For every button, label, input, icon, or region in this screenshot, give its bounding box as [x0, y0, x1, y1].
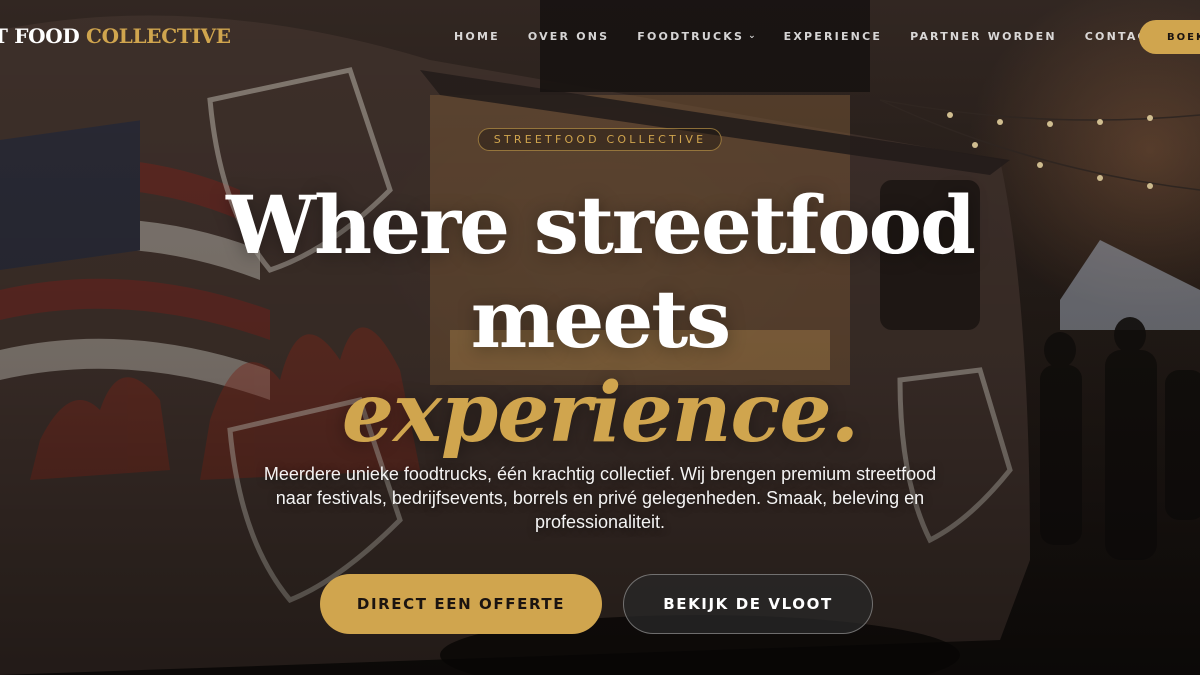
headline-line-2: meets: [470, 272, 731, 366]
headline-line-1: Where streetfood: [226, 178, 976, 272]
nav-experience-label: EXPERIENCE: [783, 30, 883, 43]
view-fleet-button[interactable]: BEKIJK DE VLOOT: [623, 574, 873, 634]
page: ET FOOD COLLECTIVE HOME OVER ONS FOODTRU…: [0, 0, 1200, 675]
hero-headline: Where streetfood meets experience.: [0, 178, 1200, 460]
nav-partner-worden[interactable]: PARTNER WORDEN: [910, 30, 1057, 43]
book-button-label: BOEK: [1167, 31, 1200, 43]
view-fleet-button-label: BEKIJK DE VLOOT: [663, 595, 833, 613]
main-nav: HOME OVER ONS FOODTRUCKS ⌄ EXPERIENCE PA…: [454, 30, 1186, 43]
hero-description: Meerdere unieke foodtrucks, één krachtig…: [263, 464, 937, 532]
site-header: ET FOOD COLLECTIVE HOME OVER ONS FOODTRU…: [0, 0, 1200, 74]
nav-home-label: HOME: [454, 30, 500, 43]
nav-experience[interactable]: EXPERIENCE: [784, 30, 882, 43]
brand-name-part2: COLLECTIVE: [86, 24, 231, 48]
hero-eyebrow-badge: STREETFOOD COLLECTIVE: [477, 128, 723, 151]
request-quote-button[interactable]: DIRECT EEN OFFERTE: [320, 574, 602, 634]
brand-name-part1: ET FOOD: [0, 24, 80, 48]
nav-home[interactable]: HOME: [454, 30, 500, 43]
headline-line-3-accent: experience.: [341, 365, 859, 461]
nav-partner-worden-label: PARTNER WORDEN: [910, 30, 1057, 43]
nav-over-ons[interactable]: OVER ONS: [528, 30, 609, 43]
chevron-down-icon: ⌄: [748, 30, 756, 41]
book-button[interactable]: BOEK: [1139, 20, 1200, 54]
request-quote-button-label: DIRECT EEN OFFERTE: [356, 595, 566, 613]
brand-logo[interactable]: ET FOOD COLLECTIVE: [0, 24, 231, 48]
nav-over-ons-label: OVER ONS: [527, 30, 610, 43]
nav-foodtrucks-label: FOODTRUCKS: [637, 30, 745, 43]
nav-foodtrucks[interactable]: FOODTRUCKS ⌄: [637, 30, 755, 43]
